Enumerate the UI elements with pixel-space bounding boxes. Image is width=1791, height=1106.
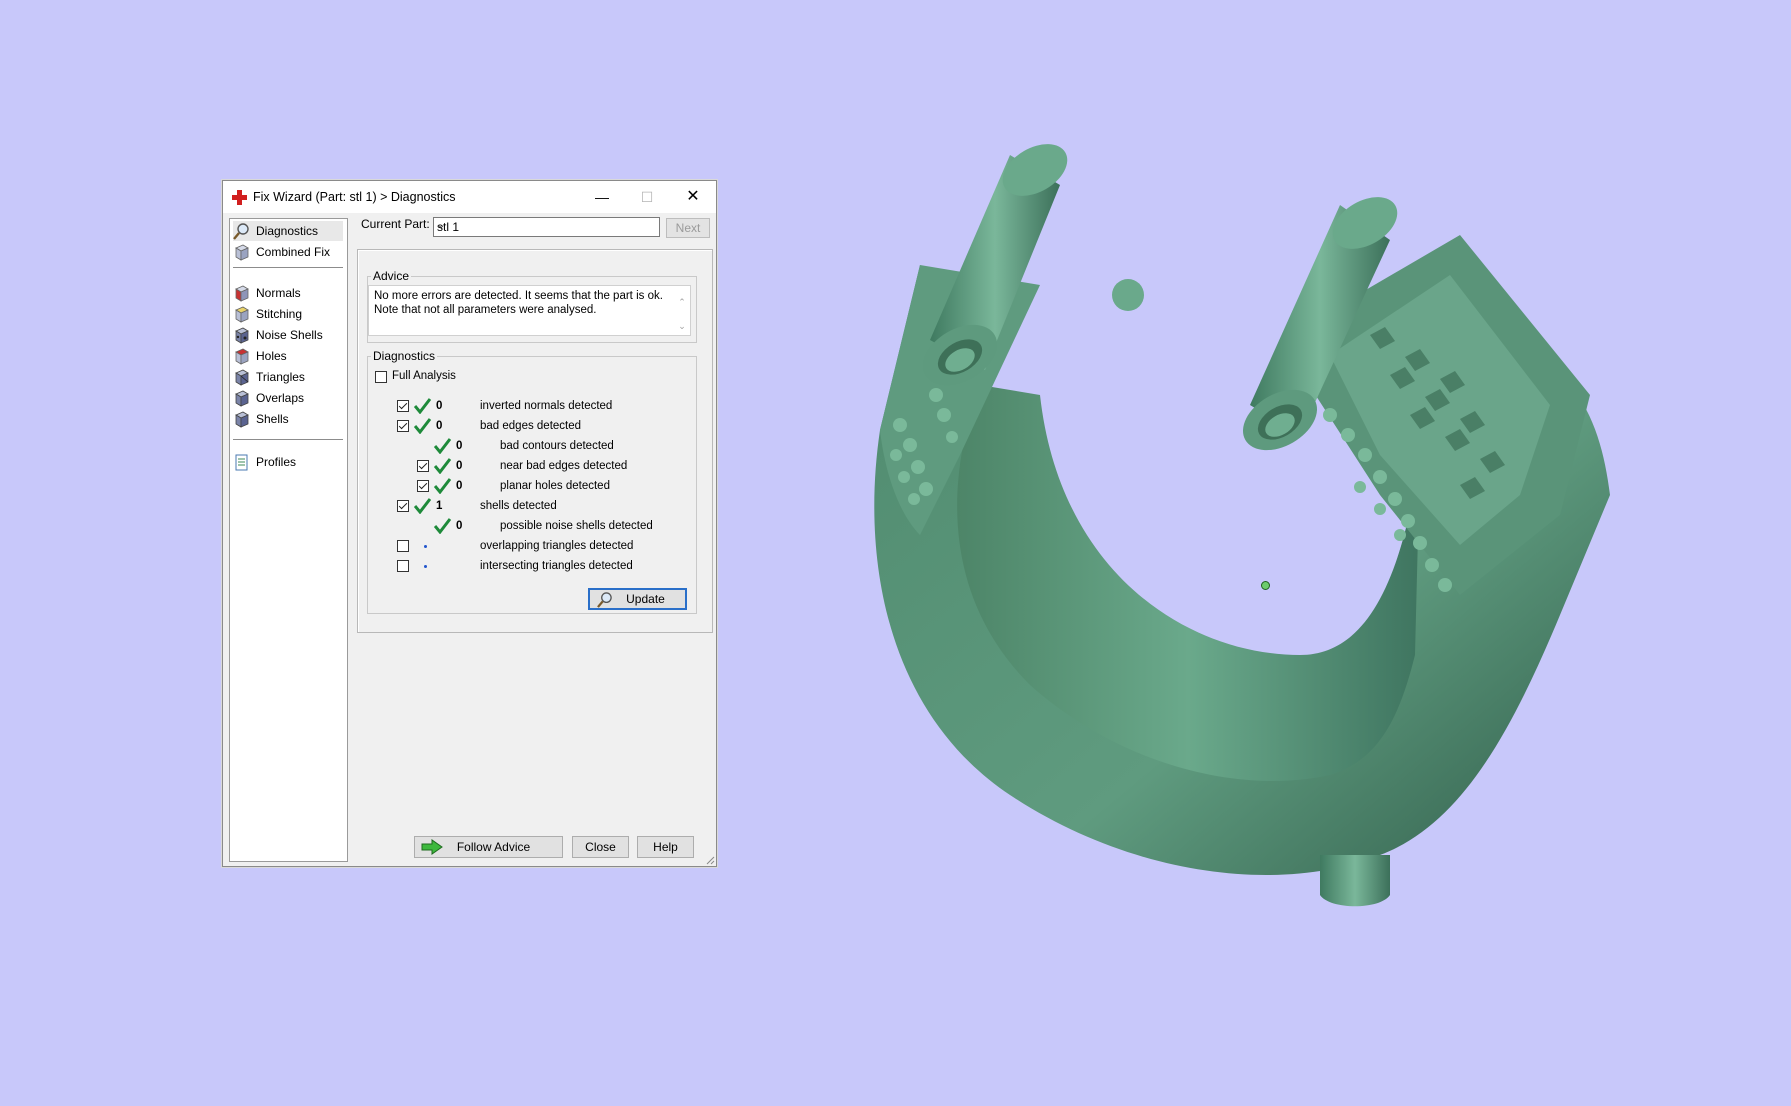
nav-label: Overlaps [256,391,305,405]
advice-text: No more errors are detected. It seems th… [374,289,664,317]
nav-label: Triangles [256,370,305,384]
check-icon [434,478,451,494]
chevron-down-icon: ⌄ [437,220,446,231]
check-icon [414,398,431,414]
planar-holes-label: planar holes detected [500,480,610,492]
pending-dot-icon [424,565,427,568]
magnifier-icon [233,222,249,240]
nav-label: Stitching [256,307,303,321]
normals-cube-icon [235,285,249,302]
inverted-normals-label: inverted normals detected [480,400,613,412]
check-icon [434,458,451,474]
fix-wizard-dialog: Fix Wizard (Part: stl 1) > Diagnostics —… [222,180,717,867]
intersecting-triangles-checkbox[interactable] [397,560,409,572]
near-bad-edges-checkbox[interactable] [417,460,429,472]
window-title: Fix Wizard (Part: stl 1) > Diagnostics [253,190,456,204]
advice-scrollbar[interactable]: ⌃ ⌄ [676,290,688,338]
advice-title: Advice [371,269,412,283]
near-bad-edges-label: near bad edges detected [500,460,628,472]
wizard-navigation: Diagnostics Combined Fix Normals Stitchi… [229,218,348,862]
advice-line-1: No more errors are detected. It seems th… [374,290,663,302]
nav-divider [233,267,343,268]
nav-label: Noise Shells [256,328,323,342]
bad-edges-label: bad edges detected [480,420,582,432]
close-button[interactable]: Close [572,836,629,858]
current-part-select[interactable]: stl 1 ⌄ [433,217,660,237]
nav-label: Shells [256,412,289,426]
full-analysis-label: Full Analysis [392,370,456,382]
next-button[interactable]: Next [666,218,710,238]
nav-label: Normals [256,286,301,300]
current-part-label: Current Part: [361,217,430,231]
noise-shells-label: possible noise shells detected [500,520,653,532]
maximize-button[interactable]: ☐ [624,181,670,213]
overlapping-triangles-checkbox[interactable] [397,540,409,552]
planar-holes-checkbox[interactable] [417,480,429,492]
triangles-cube-icon [235,369,249,386]
check-icon [434,518,451,534]
title-bar[interactable]: Fix Wizard (Part: stl 1) > Diagnostics —… [223,181,716,213]
overlaps-cube-icon [235,390,249,407]
planar-holes-count: 0 [456,480,463,492]
noise-shells-icon [235,327,249,344]
follow-advice-button[interactable]: Follow Advice [414,836,563,858]
advice-text-box: No more errors are detected. It seems th… [368,285,691,336]
shells-label: shells detected [480,500,557,512]
help-button[interactable]: Help [637,836,694,858]
near-bad-edges-count: 0 [456,460,463,472]
nav-item-holes[interactable]: Holes [233,346,343,366]
holes-cube-icon [235,348,249,365]
nav-item-triangles[interactable]: Triangles [233,367,343,387]
nav-item-noise-shells[interactable]: Noise Shells [233,325,343,345]
pivot-point-marker [1261,581,1270,590]
bad-contours-count: 0 [456,440,463,452]
nav-item-shells[interactable]: Shells [233,409,343,429]
bad-edges-count: 0 [436,420,443,432]
advice-line-2: Note that not all parameters were analys… [374,304,597,316]
minimize-button[interactable]: — [579,181,625,213]
overlapping-triangles-label: overlapping triangles detected [480,540,634,552]
nav-label: Holes [256,349,287,363]
shells-checkbox[interactable] [397,500,409,512]
inverted-normals-count: 0 [436,400,443,412]
update-button[interactable]: Update [588,588,687,610]
diagnostics-title: Diagnostics [371,349,438,363]
nav-item-combined-fix[interactable]: Combined Fix [233,242,343,262]
shells-count: 1 [436,500,443,512]
nav-label: Diagnostics [256,224,319,238]
nav-item-normals[interactable]: Normals [233,283,343,303]
nav-item-stitching[interactable]: Stitching [233,304,343,324]
update-label: Update [626,592,665,606]
check-icon [414,418,431,434]
profiles-document-icon [235,454,248,470]
cube-icon [235,244,249,261]
bad-contours-label: bad contours detected [500,440,614,452]
inverted-normals-checkbox[interactable] [397,400,409,412]
close-window-button[interactable]: ✕ [670,181,716,213]
nav-label: Combined Fix [256,245,331,259]
pending-dot-icon [424,545,427,548]
full-analysis-checkbox[interactable] [375,371,387,383]
shells-cube-icon [235,411,249,428]
noise-shells-count: 0 [456,520,463,532]
check-icon [414,498,431,514]
nav-item-overlaps[interactable]: Overlaps [233,388,343,408]
follow-advice-label: Follow Advice [456,840,531,854]
nav-label: Profiles [256,455,297,469]
magnifier-icon [597,592,612,608]
check-icon [434,438,451,454]
nav-item-profiles[interactable]: Profiles [233,452,343,472]
nav-divider [233,439,343,440]
red-cross-icon [232,190,247,205]
stitching-cube-icon [235,306,249,323]
bad-edges-checkbox[interactable] [397,420,409,432]
resize-grip-icon[interactable] [705,855,715,865]
nav-item-diagnostics[interactable]: Diagnostics [233,221,343,241]
intersecting-triangles-label: intersecting triangles detected [480,560,633,572]
ring-model [874,144,1610,907]
green-arrow-icon [421,839,443,855]
